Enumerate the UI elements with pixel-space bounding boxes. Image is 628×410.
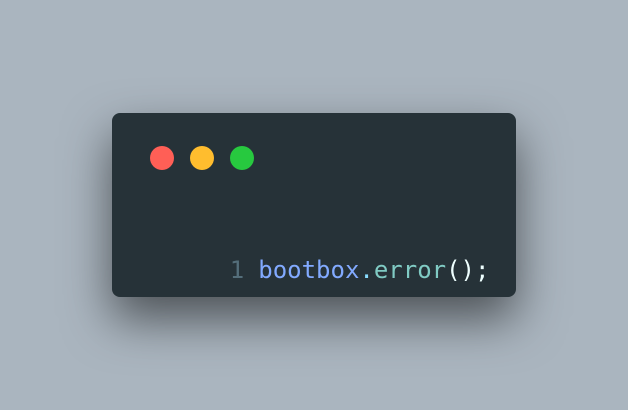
code-token-object: bootbox — [258, 256, 360, 284]
code-block: 1 bootbox.error(); — [172, 216, 490, 324]
code-token-method: error — [373, 256, 447, 284]
code-token-dot: . — [359, 256, 374, 284]
close-button[interactable] — [150, 146, 174, 170]
minimize-button[interactable] — [190, 146, 214, 170]
zoom-button[interactable] — [230, 146, 254, 170]
window-controls — [150, 146, 254, 170]
code-token-terminator: ; — [475, 256, 490, 284]
code-window: 1 bootbox.error(); — [112, 113, 516, 297]
code-token-args: () — [446, 256, 476, 284]
page-background: { "window": { "background": "#263238", "… — [0, 0, 628, 410]
line-number: 1 — [229, 256, 245, 284]
